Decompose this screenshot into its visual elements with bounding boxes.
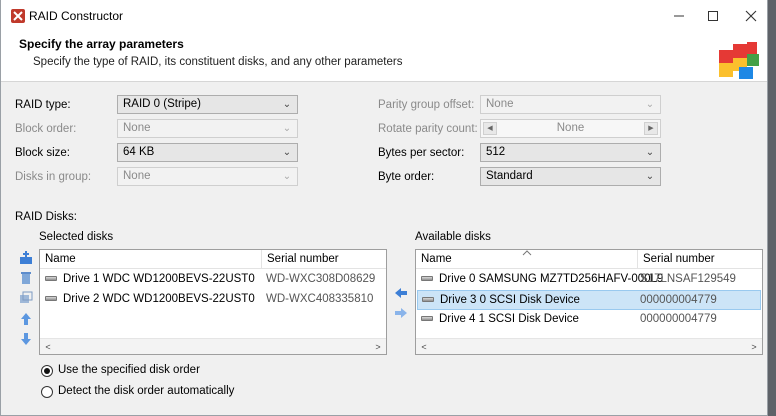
- spin-left-icon: ◀: [483, 122, 497, 135]
- scroll-right-icon[interactable]: >: [746, 339, 762, 354]
- disks-in-group-label: Disks in group:: [15, 171, 92, 183]
- horizontal-scrollbar[interactable]: < >: [416, 338, 762, 354]
- bytes-per-sector-value: 512: [486, 146, 506, 158]
- raid-disks-label: RAID Disks:: [15, 211, 77, 223]
- raid-type-label: RAID type:: [15, 99, 71, 111]
- table-row[interactable]: Drive 4 1 SCSI Disk Device 000000004779: [417, 310, 761, 330]
- selected-disks-header: Name Serial number: [40, 250, 386, 269]
- disks-in-group-value: None: [123, 170, 151, 182]
- column-header-serial[interactable]: Serial number: [262, 250, 386, 269]
- disk-name: Drive 0 SAMSUNG MZ7TD256HAFV-000L9: [439, 273, 664, 285]
- selected-disks-table[interactable]: Name Serial number Drive 1 WDC WD1200BEV…: [39, 249, 387, 355]
- raid-type-select[interactable]: RAID 0 (Stripe) ⌄: [117, 95, 298, 114]
- available-disks-table[interactable]: Name Serial number Drive 0 SAMSUNG MZ7TD…: [415, 249, 763, 355]
- remove-disk-icon[interactable]: [18, 270, 34, 286]
- move-up-icon[interactable]: [18, 311, 34, 327]
- column-header-name[interactable]: Name: [40, 250, 262, 269]
- disk-name: Drive 4 1 SCSI Disk Device: [439, 313, 579, 325]
- move-right-icon[interactable]: [393, 305, 409, 321]
- selected-disks-label: Selected disks: [39, 231, 114, 243]
- byte-order-value: Standard: [486, 170, 533, 182]
- table-row[interactable]: Drive 2 WDC WD1200BEVS-22UST0 WD-WXC4083…: [41, 290, 385, 310]
- disk-name: Drive 3 0 SCSI Disk Device: [440, 294, 580, 306]
- disk-drive-icon: [45, 296, 57, 302]
- block-order-value: None: [123, 122, 151, 134]
- chevron-down-icon: ⌄: [645, 147, 655, 158]
- add-disk-icon[interactable]: [18, 250, 34, 266]
- bytes-per-sector-select[interactable]: 512 ⌄: [480, 143, 661, 162]
- block-size-select[interactable]: 64 KB ⌄: [117, 143, 298, 162]
- title-bar: RAID Constructor: [1, 0, 767, 32]
- disk-serial: 000000004779: [640, 313, 717, 325]
- chevron-down-icon: ⌄: [645, 99, 655, 110]
- radio-use-specified-order[interactable]: [41, 365, 53, 377]
- parity-group-offset-select: None ⌄: [480, 95, 661, 114]
- scroll-right-icon[interactable]: >: [370, 339, 386, 354]
- chevron-down-icon: ⌄: [282, 99, 292, 110]
- radio-detect-order-auto[interactable]: [41, 386, 53, 398]
- block-order-select: None ⌄: [117, 119, 298, 138]
- available-disks-label: Available disks: [415, 231, 491, 243]
- disk-drive-icon: [45, 276, 57, 282]
- sort-ascending-icon: [522, 250, 532, 256]
- raid-constructor-window: RAID Constructor Specify the array param…: [0, 0, 768, 416]
- chevron-down-icon: ⌄: [282, 171, 292, 182]
- block-size-value: 64 KB: [123, 146, 155, 158]
- block-size-label: Block size:: [15, 147, 70, 159]
- available-disks-header: Name Serial number: [416, 250, 762, 269]
- horizontal-scrollbar[interactable]: < >: [40, 338, 386, 354]
- wizard-header: Specify the array parameters Specify the…: [1, 32, 767, 82]
- table-row-selected[interactable]: Drive 3 0 SCSI Disk Device 000000004779: [417, 290, 761, 310]
- bytes-per-sector-label: Bytes per sector:: [378, 147, 465, 159]
- window-title: RAID Constructor: [29, 9, 124, 23]
- disk-name: Drive 1 WDC WD1200BEVS-22UST0: [63, 273, 255, 285]
- disk-name: Drive 2 WDC WD1200BEVS-22UST0: [63, 293, 255, 305]
- table-row[interactable]: Drive 0 SAMSUNG MZ7TD256HAFV-000L9 S17LN…: [417, 270, 761, 290]
- background-window-edge: [768, 0, 776, 416]
- disk-drive-icon: [421, 276, 433, 282]
- parity-group-offset-value: None: [486, 98, 514, 110]
- puzzle-icon: [719, 42, 759, 79]
- move-left-icon[interactable]: [393, 285, 409, 301]
- disk-drive-icon: [422, 297, 434, 303]
- disk-serial: S17LNSAF129549: [640, 273, 736, 285]
- chevron-down-icon: ⌄: [282, 123, 292, 134]
- byte-order-select[interactable]: Standard ⌄: [480, 167, 661, 186]
- rotate-parity-count-spinner: ◀ None ▶: [480, 119, 661, 138]
- scroll-left-icon[interactable]: <: [40, 339, 56, 354]
- rotate-parity-count-value: None: [556, 122, 585, 134]
- radio-detect-order-auto-label: Detect the disk order automatically: [58, 385, 235, 397]
- spin-right-icon: ▶: [644, 122, 658, 135]
- column-header-serial[interactable]: Serial number: [638, 250, 762, 269]
- raid-type-value: RAID 0 (Stripe): [123, 98, 201, 110]
- close-icon[interactable]: [729, 0, 773, 32]
- parity-group-offset-label: Parity group offset:: [378, 99, 475, 111]
- header-subtitle: Specify the type of RAID, its constituen…: [33, 56, 403, 68]
- copy-disk-icon[interactable]: [18, 290, 34, 306]
- disk-serial: WD-WXC408335810: [266, 293, 374, 305]
- radio-use-specified-order-label: Use the specified disk order: [58, 364, 200, 376]
- byte-order-label: Byte order:: [378, 171, 435, 183]
- app-icon: [11, 9, 25, 23]
- table-row[interactable]: Drive 1 WDC WD1200BEVS-22UST0 WD-WXC308D…: [41, 270, 385, 290]
- move-down-icon[interactable]: [18, 331, 34, 347]
- disks-in-group-select: None ⌄: [117, 167, 298, 186]
- chevron-down-icon: ⌄: [282, 147, 292, 158]
- scroll-left-icon[interactable]: <: [416, 339, 432, 354]
- header-title: Specify the array parameters: [19, 37, 184, 51]
- disk-serial: 000000004779: [640, 294, 717, 306]
- rotate-parity-count-label: Rotate parity count:: [378, 123, 478, 135]
- block-order-label: Block order:: [15, 123, 77, 135]
- chevron-down-icon: ⌄: [645, 171, 655, 182]
- disk-serial: WD-WXC308D08629: [266, 273, 376, 285]
- disk-drive-icon: [421, 316, 433, 322]
